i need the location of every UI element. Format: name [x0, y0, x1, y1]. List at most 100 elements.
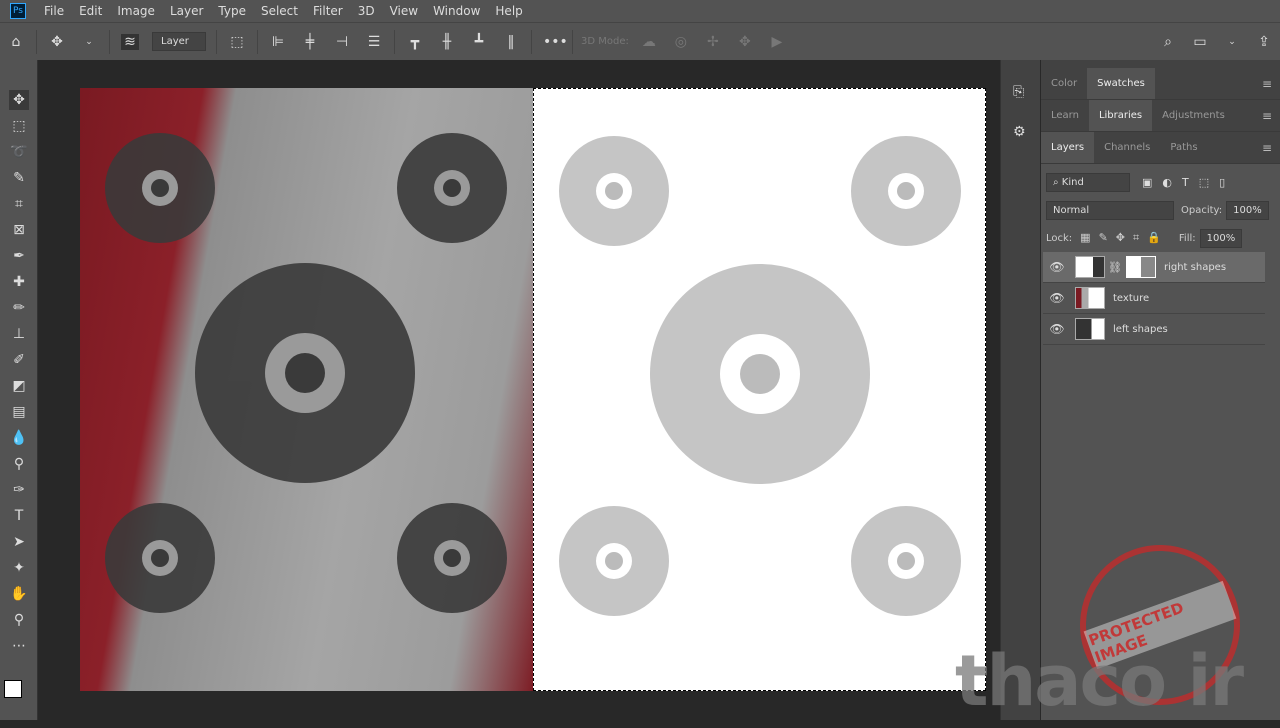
shape-tool-icon[interactable]: ✦	[9, 558, 29, 578]
layer-name: texture	[1113, 292, 1150, 304]
layer-row[interactable]: 👁 left shapes	[1043, 314, 1265, 345]
more-tools-icon[interactable]: ⋯	[9, 636, 29, 656]
panel-menu-icon[interactable]: ≡	[1262, 77, 1272, 91]
layer-thumbnail	[1075, 318, 1105, 340]
workspace-icon[interactable]: ▭	[1191, 34, 1209, 50]
eyedropper-tool-icon[interactable]: ✒	[9, 246, 29, 266]
hand-tool-icon[interactable]: ✋	[9, 584, 29, 604]
opacity-field[interactable]: 100%	[1226, 200, 1269, 220]
lock-icons[interactable]: ▦✎✥⌗🔒	[1080, 231, 1169, 245]
lasso-tool-icon[interactable]: ➰	[9, 142, 29, 162]
auto-select-dropdown[interactable]: Layer	[152, 32, 206, 51]
blur-tool-icon[interactable]: 💧	[9, 428, 29, 448]
align-left-icon[interactable]: ⊫	[269, 34, 287, 50]
tab-libraries[interactable]: Libraries	[1088, 100, 1153, 131]
zoom-tool-icon[interactable]: ⚲	[9, 610, 29, 630]
distribute-icon[interactable]: ☰	[365, 34, 383, 50]
menu-window[interactable]: Window	[433, 4, 480, 18]
eye-icon[interactable]: 👁	[1043, 260, 1071, 274]
foreground-color-swatch[interactable]	[4, 680, 22, 698]
chevron-down-icon[interactable]: ⌄	[1223, 37, 1241, 47]
layers-tabs: Layers Channels Paths ≡	[1041, 132, 1280, 164]
healing-brush-tool-icon[interactable]: ✚	[9, 272, 29, 292]
left-texture-image	[80, 88, 533, 691]
tab-channels[interactable]: Channels	[1094, 132, 1160, 163]
tab-layers[interactable]: Layers	[1041, 132, 1095, 163]
layer-mask-thumbnail[interactable]	[1125, 256, 1156, 278]
menu-view[interactable]: View	[390, 4, 418, 18]
menu-filter[interactable]: Filter	[313, 4, 343, 18]
menu-type[interactable]: Type	[218, 4, 246, 18]
menu-3d[interactable]: 3D	[358, 4, 375, 18]
align-top-icon[interactable]: ┳	[406, 34, 424, 50]
chevron-down-icon[interactable]: ⌄	[80, 37, 98, 47]
fill-field[interactable]: 100%	[1199, 228, 1243, 248]
clone-stamp-tool-icon[interactable]: ⊥	[9, 324, 29, 344]
quick-select-tool-icon[interactable]: ✎	[9, 168, 29, 188]
color-swatches-tabs: Color Swatches ≡	[1041, 68, 1280, 100]
move-tool-icon[interactable]: ✥	[48, 34, 66, 50]
menu-edit[interactable]: Edit	[79, 4, 102, 18]
history-brush-tool-icon[interactable]: ✐	[9, 350, 29, 370]
left-flower-shapes	[105, 133, 507, 613]
align-bottom-icon[interactable]: ┻	[470, 34, 488, 50]
share-icon[interactable]: ⇪	[1255, 34, 1273, 50]
move-tool-icon[interactable]: ✥	[9, 90, 29, 110]
blend-mode-dropdown[interactable]: Normal	[1046, 200, 1174, 220]
layer-thumbnail	[1075, 287, 1105, 309]
tab-paths[interactable]: Paths	[1160, 132, 1207, 163]
panel-menu-icon[interactable]: ≡	[1262, 109, 1272, 123]
menu-image[interactable]: Image	[117, 4, 155, 18]
search-icon: ⌕	[1053, 176, 1062, 188]
eye-icon[interactable]: 👁	[1043, 291, 1071, 305]
link-icon[interactable]: ⛓	[1108, 261, 1122, 274]
fill-label: Fill:	[1178, 232, 1196, 244]
3d-pan-icon: ✢	[706, 33, 719, 50]
3d-mode-label: 3D Mode:	[581, 36, 629, 47]
options-bar: ⌂ ✥ ⌄ ≋ Layer ⬚ ⊫ ╪ ⊣ ☰ ┳ ╫ ┻ ‖ ••• 3D M…	[0, 22, 1280, 60]
distribute-vertical-icon[interactable]: ‖	[502, 34, 520, 50]
layer-row[interactable]: 👁 texture	[1043, 283, 1265, 314]
transform-controls-icon[interactable]: ⬚	[228, 34, 246, 50]
libraries-tabs: Learn Libraries Adjustments ≡	[1041, 100, 1280, 132]
menu-select[interactable]: Select	[261, 4, 298, 18]
pen-tool-icon[interactable]: ✑	[9, 480, 29, 500]
brush-tool-icon[interactable]: ✏	[9, 298, 29, 318]
marquee-tool-icon[interactable]: ⬚	[9, 116, 29, 136]
layer-name: right shapes	[1163, 261, 1227, 273]
tab-adjustments[interactable]: Adjustments	[1152, 100, 1235, 131]
menu-layer[interactable]: Layer	[170, 4, 203, 18]
3d-orbit-icon: ☁	[641, 33, 656, 50]
search-icon[interactable]: ⌕	[1159, 34, 1177, 50]
panel-menu-icon[interactable]: ≡	[1262, 141, 1272, 155]
tab-learn[interactable]: Learn	[1041, 100, 1089, 131]
filter-kind-dropdown[interactable]: ⌕ Kind	[1046, 172, 1130, 192]
type-tool-icon[interactable]: T	[9, 506, 29, 526]
tab-swatches[interactable]: Swatches	[1087, 68, 1155, 99]
photoshop-logo: Ps	[10, 3, 26, 19]
more-icon[interactable]: •••	[543, 34, 568, 50]
properties-panel-icon[interactable]: ⚙	[1013, 124, 1026, 140]
layer-row[interactable]: 👁 ⛓ right shapes	[1043, 252, 1265, 283]
home-icon[interactable]: ⌂	[7, 34, 25, 50]
gradient-tool-icon[interactable]: ▤	[9, 402, 29, 422]
history-panel-icon[interactable]: ⎘	[1013, 84, 1024, 100]
eye-icon[interactable]: 👁	[1043, 322, 1071, 336]
filter-type-icons[interactable]: ▣◐T⬚▯	[1142, 176, 1235, 189]
tools-panel: ✥ ⬚ ➰ ✎ ⌗ ⊠ ✒ ✚ ✏ ⊥ ✐ ◩ ▤ 💧 ⚲ ✑ T ➤ ✦ ✋ …	[0, 60, 38, 720]
frame-tool-icon[interactable]: ⊠	[9, 220, 29, 240]
crop-tool-icon[interactable]: ⌗	[9, 194, 29, 214]
dodge-tool-icon[interactable]: ⚲	[9, 454, 29, 474]
path-selection-tool-icon[interactable]: ➤	[9, 532, 29, 552]
auto-select-icon[interactable]: ≋	[121, 33, 139, 50]
align-right-icon[interactable]: ⊣	[333, 34, 351, 50]
eraser-tool-icon[interactable]: ◩	[9, 376, 29, 396]
align-middle-icon[interactable]: ╫	[438, 34, 456, 50]
opacity-label: Opacity:	[1181, 204, 1223, 216]
align-center-icon[interactable]: ╪	[301, 34, 319, 50]
document-canvas[interactable]	[80, 88, 986, 691]
menu-help[interactable]: Help	[495, 4, 522, 18]
layer-thumbnail	[1075, 256, 1105, 278]
menu-file[interactable]: File	[44, 4, 64, 18]
tab-color[interactable]: Color	[1041, 68, 1087, 99]
